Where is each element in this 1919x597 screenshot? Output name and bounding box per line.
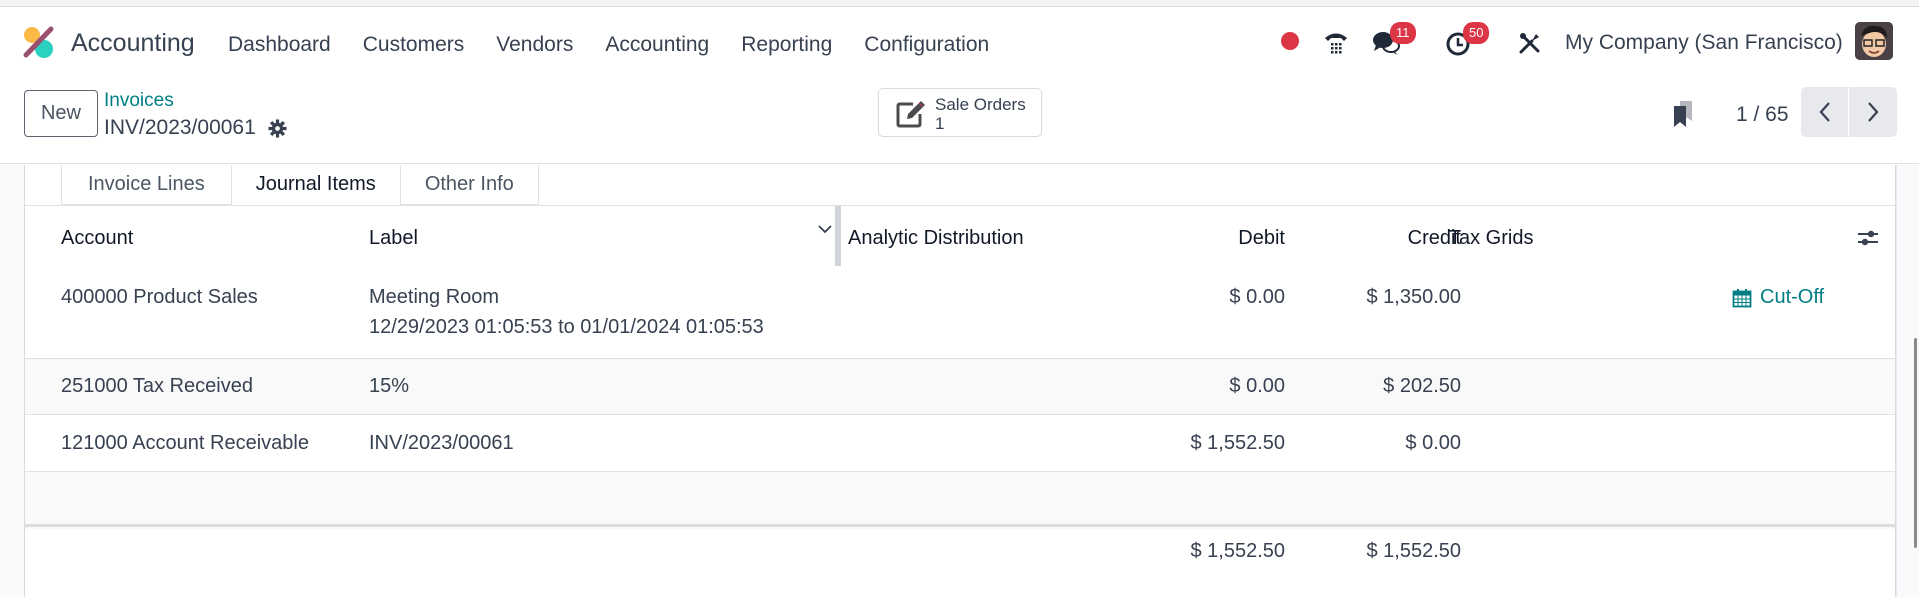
chevron-right-icon [1868, 102, 1879, 122]
cell-debit: $ 0.00 [1229, 375, 1285, 397]
form-content: Invoice Lines Journal Items Other Info A… [0, 165, 1919, 597]
breadcrumb-invoices-link[interactable]: Invoices [104, 90, 174, 112]
table-row[interactable]: 251000 Tax Received 15% $ 0.00 $ 202.50 [25, 359, 1895, 415]
edit-icon [896, 101, 925, 128]
cell-credit: $ 0.00 [1405, 432, 1461, 454]
cut-off-button[interactable]: Cut-Off [1732, 286, 1824, 309]
chevron-left-icon [1819, 102, 1830, 122]
cell-account: 400000 Product Sales [61, 286, 258, 308]
browser-top-strip [0, 0, 1919, 7]
menu-customers[interactable]: Customers [363, 33, 465, 57]
cell-debit: $ 1,552.50 [1190, 432, 1285, 454]
smart-button-count: 1 [935, 114, 945, 133]
menu-dashboard[interactable]: Dashboard [228, 33, 331, 57]
cell-label: INV/2023/00061 [369, 432, 514, 454]
menu-accounting[interactable]: Accounting [605, 33, 709, 57]
cell-label: Meeting Room [369, 286, 500, 308]
app-name[interactable]: Accounting [71, 29, 195, 58]
pager-next-button[interactable] [1849, 87, 1897, 137]
gear-icon[interactable] [268, 119, 287, 138]
pager-buttons [1801, 87, 1897, 137]
phone-icon[interactable] [1323, 29, 1349, 55]
scrollbar-thumb[interactable] [1914, 338, 1917, 548]
pager-previous-button[interactable] [1801, 87, 1849, 137]
column-header-tax-grids[interactable]: Tax Grids [1449, 227, 1533, 250]
totals-divider [25, 524, 1895, 527]
messages-badge: 11 [1390, 22, 1416, 44]
activities-badge: 50 [1463, 22, 1490, 44]
cell-account: 251000 Tax Received [61, 375, 253, 397]
main-navbar: Accounting Dashboard Customers Vendors A… [0, 7, 1919, 79]
cell-label-period: 12/29/2023 01:05:53 to 01/01/2024 01:05:… [369, 316, 764, 338]
user-avatar[interactable] [1855, 22, 1893, 60]
cell-label: 15% [369, 375, 410, 397]
total-credit: $ 1,552.50 [1366, 540, 1461, 562]
breadcrumb-current-record: INV/2023/00061 [104, 116, 256, 139]
main-menu: Dashboard Customers Vendors Accounting R… [228, 33, 1021, 57]
tab-other-info[interactable]: Other Info [399, 165, 539, 205]
table-row[interactable]: 400000 Product Sales Meeting Room 12/29/… [25, 270, 1895, 359]
empty-table-row [25, 472, 1895, 529]
menu-configuration[interactable]: Configuration [864, 33, 989, 57]
debug-tools-icon[interactable] [1518, 31, 1542, 55]
smart-button-label: Sale Orders [935, 95, 1026, 114]
pager-value[interactable]: 1 / 65 [1736, 103, 1789, 127]
tab-invoice-lines[interactable]: Invoice Lines [61, 165, 232, 205]
control-panel: New Invoices INV/2023/00061 Sale Orders … [0, 79, 1919, 164]
tab-journal-items[interactable]: Journal Items [230, 165, 401, 205]
table-row[interactable]: 121000 Account Receivable INV/2023/00061… [25, 415, 1895, 472]
menu-vendors[interactable]: Vendors [496, 33, 573, 57]
menu-reporting[interactable]: Reporting [741, 33, 832, 57]
form-sheet: Invoice Lines Journal Items Other Info A… [24, 165, 1896, 597]
column-header-account[interactable]: Account [61, 227, 133, 250]
notebook-tabs: Invoice Lines Journal Items Other Info [61, 165, 539, 205]
company-switcher[interactable]: My Company (San Francisco) [1565, 31, 1843, 55]
cell-account: 121000 Account Receivable [61, 432, 309, 454]
total-debit: $ 1,552.50 [1190, 540, 1285, 562]
column-resize-handle[interactable] [835, 206, 841, 266]
cell-credit: $ 202.50 [1383, 375, 1461, 397]
sale-orders-smart-button[interactable]: Sale Orders 1 [878, 88, 1042, 137]
column-header-label[interactable]: Label [369, 227, 418, 250]
cell-credit: $ 1,350.00 [1366, 286, 1461, 308]
recording-indicator-icon[interactable] [1281, 32, 1299, 50]
cell-debit: $ 0.00 [1229, 286, 1285, 308]
chevron-down-icon[interactable] [817, 224, 833, 234]
bookmark-icon[interactable] [1670, 99, 1696, 129]
avatar-face-icon [1855, 22, 1893, 60]
column-header-debit[interactable]: Debit [1238, 227, 1285, 250]
cut-off-label: Cut-Off [1760, 286, 1825, 308]
optional-columns-settings-icon[interactable] [1857, 228, 1879, 248]
journal-items-table-header: Account Label Analytic Distribution Debi… [25, 206, 1895, 270]
app-logo-icon[interactable] [22, 25, 56, 59]
new-button[interactable]: New [24, 90, 98, 137]
column-header-analytic-distribution[interactable]: Analytic Distribution [848, 227, 1024, 250]
calendar-icon [1732, 288, 1752, 307]
